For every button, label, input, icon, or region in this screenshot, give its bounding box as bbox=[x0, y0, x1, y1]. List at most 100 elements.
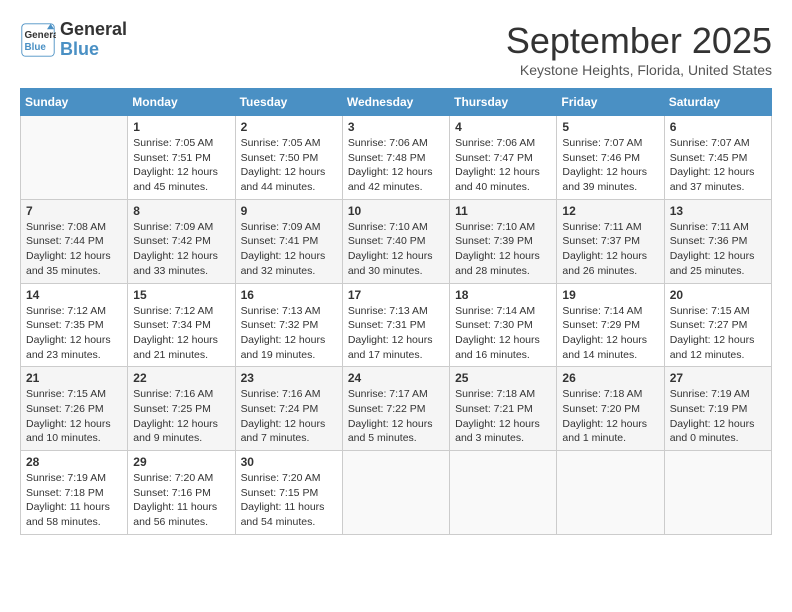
day-info: Sunrise: 7:19 AM Sunset: 7:19 PM Dayligh… bbox=[670, 387, 766, 446]
day-cell: 16 Sunrise: 7:13 AM Sunset: 7:32 PM Dayli… bbox=[235, 283, 342, 367]
day-number: 4 bbox=[455, 120, 551, 134]
day-cell: 6 Sunrise: 7:07 AM Sunset: 7:45 PM Daylig… bbox=[664, 116, 771, 200]
day-cell bbox=[21, 116, 128, 200]
day-info: Sunrise: 7:15 AM Sunset: 7:26 PM Dayligh… bbox=[26, 387, 122, 446]
logo: General Blue General Blue bbox=[20, 20, 127, 60]
week-row-5: 28 Sunrise: 7:19 AM Sunset: 7:18 PM Dayli… bbox=[21, 451, 772, 535]
day-info: Sunrise: 7:15 AM Sunset: 7:27 PM Dayligh… bbox=[670, 304, 766, 363]
day-info: Sunrise: 7:07 AM Sunset: 7:46 PM Dayligh… bbox=[562, 136, 658, 195]
day-cell: 13 Sunrise: 7:11 AM Sunset: 7:36 PM Dayli… bbox=[664, 199, 771, 283]
day-number: 21 bbox=[26, 371, 122, 385]
day-cell: 27 Sunrise: 7:19 AM Sunset: 7:19 PM Dayli… bbox=[664, 367, 771, 451]
day-cell: 8Sunrise: 7:09 AM Sunset: 7:42 PM Daylig… bbox=[128, 199, 235, 283]
day-number: 29 bbox=[133, 455, 229, 469]
day-info: Sunrise: 7:11 AM Sunset: 7:37 PM Dayligh… bbox=[562, 220, 658, 279]
day-number: 17 bbox=[348, 288, 444, 302]
day-info: Sunrise: 7:10 AM Sunset: 7:39 PM Dayligh… bbox=[455, 220, 551, 279]
day-cell: 4 Sunrise: 7:06 AM Sunset: 7:47 PM Daylig… bbox=[450, 116, 557, 200]
day-info: Sunrise: 7:08 AM Sunset: 7:44 PM Dayligh… bbox=[26, 220, 122, 279]
day-cell: 29 Sunrise: 7:20 AM Sunset: 7:16 PM Dayli… bbox=[128, 451, 235, 535]
day-cell: 24Sunrise: 7:17 AM Sunset: 7:22 PM Dayli… bbox=[342, 367, 449, 451]
day-cell bbox=[450, 451, 557, 535]
month-title: September 2025 bbox=[506, 20, 772, 62]
day-number: 15 bbox=[133, 288, 229, 302]
day-number: 9 bbox=[241, 204, 337, 218]
svg-text:Blue: Blue bbox=[25, 42, 47, 53]
day-info: Sunrise: 7:13 AM Sunset: 7:32 PM Dayligh… bbox=[241, 304, 337, 363]
day-number: 18 bbox=[455, 288, 551, 302]
day-cell: 25Sunrise: 7:18 AM Sunset: 7:21 PM Dayli… bbox=[450, 367, 557, 451]
weekday-header-monday: Monday bbox=[128, 89, 235, 116]
day-number: 13 bbox=[670, 204, 766, 218]
day-info: Sunrise: 7:12 AM Sunset: 7:34 PM Dayligh… bbox=[133, 304, 229, 363]
day-cell: 3Sunrise: 7:06 AM Sunset: 7:48 PM Daylig… bbox=[342, 116, 449, 200]
day-cell: 10 Sunrise: 7:10 AM Sunset: 7:40 PM Dayli… bbox=[342, 199, 449, 283]
day-info: Sunrise: 7:14 AM Sunset: 7:29 PM Dayligh… bbox=[562, 304, 658, 363]
day-cell: 11 Sunrise: 7:10 AM Sunset: 7:39 PM Dayli… bbox=[450, 199, 557, 283]
week-row-4: 21 Sunrise: 7:15 AM Sunset: 7:26 PM Dayli… bbox=[21, 367, 772, 451]
weekday-header-row: SundayMondayTuesdayWednesdayThursdayFrid… bbox=[21, 89, 772, 116]
day-number: 16 bbox=[241, 288, 337, 302]
day-info: Sunrise: 7:20 AM Sunset: 7:16 PM Dayligh… bbox=[133, 471, 229, 530]
day-info: Sunrise: 7:16 AM Sunset: 7:24 PM Dayligh… bbox=[241, 387, 337, 446]
day-info: Sunrise: 7:17 AM Sunset: 7:22 PM Dayligh… bbox=[348, 387, 444, 446]
weekday-header-sunday: Sunday bbox=[21, 89, 128, 116]
day-cell bbox=[342, 451, 449, 535]
day-info: Sunrise: 7:14 AM Sunset: 7:30 PM Dayligh… bbox=[455, 304, 551, 363]
day-number: 10 bbox=[348, 204, 444, 218]
weekday-header-saturday: Saturday bbox=[664, 89, 771, 116]
day-cell bbox=[664, 451, 771, 535]
calendar-body: 1 Sunrise: 7:05 AM Sunset: 7:51 PM Daylig… bbox=[21, 116, 772, 535]
day-cell: 1 Sunrise: 7:05 AM Sunset: 7:51 PM Daylig… bbox=[128, 116, 235, 200]
day-cell: 26 Sunrise: 7:18 AM Sunset: 7:20 PM Dayli… bbox=[557, 367, 664, 451]
day-number: 1 bbox=[133, 120, 229, 134]
day-info: Sunrise: 7:16 AM Sunset: 7:25 PM Dayligh… bbox=[133, 387, 229, 446]
day-cell: 21 Sunrise: 7:15 AM Sunset: 7:26 PM Dayli… bbox=[21, 367, 128, 451]
day-info: Sunrise: 7:05 AM Sunset: 7:51 PM Dayligh… bbox=[133, 136, 229, 195]
page-header: General Blue General Blue September 2025… bbox=[20, 20, 772, 78]
logo-line2: Blue bbox=[60, 40, 127, 60]
logo-line1: General bbox=[60, 20, 127, 40]
day-info: Sunrise: 7:11 AM Sunset: 7:36 PM Dayligh… bbox=[670, 220, 766, 279]
day-cell: 19Sunrise: 7:14 AM Sunset: 7:29 PM Dayli… bbox=[557, 283, 664, 367]
day-number: 6 bbox=[670, 120, 766, 134]
day-number: 30 bbox=[241, 455, 337, 469]
day-info: Sunrise: 7:10 AM Sunset: 7:40 PM Dayligh… bbox=[348, 220, 444, 279]
day-cell: 30Sunrise: 7:20 AM Sunset: 7:15 PM Dayli… bbox=[235, 451, 342, 535]
weekday-header-tuesday: Tuesday bbox=[235, 89, 342, 116]
day-cell: 22 Sunrise: 7:16 AM Sunset: 7:25 PM Dayli… bbox=[128, 367, 235, 451]
day-cell: 2Sunrise: 7:05 AM Sunset: 7:50 PM Daylig… bbox=[235, 116, 342, 200]
day-info: Sunrise: 7:12 AM Sunset: 7:35 PM Dayligh… bbox=[26, 304, 122, 363]
day-cell: 23 Sunrise: 7:16 AM Sunset: 7:24 PM Dayli… bbox=[235, 367, 342, 451]
day-number: 28 bbox=[26, 455, 122, 469]
location: Keystone Heights, Florida, United States bbox=[506, 62, 772, 78]
calendar-table: SundayMondayTuesdayWednesdayThursdayFrid… bbox=[20, 88, 772, 535]
day-cell: 17Sunrise: 7:13 AM Sunset: 7:31 PM Dayli… bbox=[342, 283, 449, 367]
weekday-header-friday: Friday bbox=[557, 89, 664, 116]
day-number: 27 bbox=[670, 371, 766, 385]
day-info: Sunrise: 7:18 AM Sunset: 7:20 PM Dayligh… bbox=[562, 387, 658, 446]
day-number: 23 bbox=[241, 371, 337, 385]
logo-icon: General Blue bbox=[20, 22, 56, 58]
day-info: Sunrise: 7:07 AM Sunset: 7:45 PM Dayligh… bbox=[670, 136, 766, 195]
day-info: Sunrise: 7:06 AM Sunset: 7:47 PM Dayligh… bbox=[455, 136, 551, 195]
day-cell: 20 Sunrise: 7:15 AM Sunset: 7:27 PM Dayli… bbox=[664, 283, 771, 367]
day-number: 22 bbox=[133, 371, 229, 385]
day-number: 25 bbox=[455, 371, 551, 385]
logo-text: General Blue bbox=[60, 20, 127, 60]
day-number: 5 bbox=[562, 120, 658, 134]
day-info: Sunrise: 7:06 AM Sunset: 7:48 PM Dayligh… bbox=[348, 136, 444, 195]
weekday-header-wednesday: Wednesday bbox=[342, 89, 449, 116]
day-info: Sunrise: 7:09 AM Sunset: 7:41 PM Dayligh… bbox=[241, 220, 337, 279]
day-number: 11 bbox=[455, 204, 551, 218]
day-number: 20 bbox=[670, 288, 766, 302]
day-cell: 5 Sunrise: 7:07 AM Sunset: 7:46 PM Daylig… bbox=[557, 116, 664, 200]
day-cell bbox=[557, 451, 664, 535]
day-info: Sunrise: 7:19 AM Sunset: 7:18 PM Dayligh… bbox=[26, 471, 122, 530]
svg-text:General: General bbox=[25, 30, 57, 41]
day-info: Sunrise: 7:05 AM Sunset: 7:50 PM Dayligh… bbox=[241, 136, 337, 195]
day-cell: 15 Sunrise: 7:12 AM Sunset: 7:34 PM Dayli… bbox=[128, 283, 235, 367]
day-number: 26 bbox=[562, 371, 658, 385]
day-number: 7 bbox=[26, 204, 122, 218]
day-cell: 7 Sunrise: 7:08 AM Sunset: 7:44 PM Daylig… bbox=[21, 199, 128, 283]
